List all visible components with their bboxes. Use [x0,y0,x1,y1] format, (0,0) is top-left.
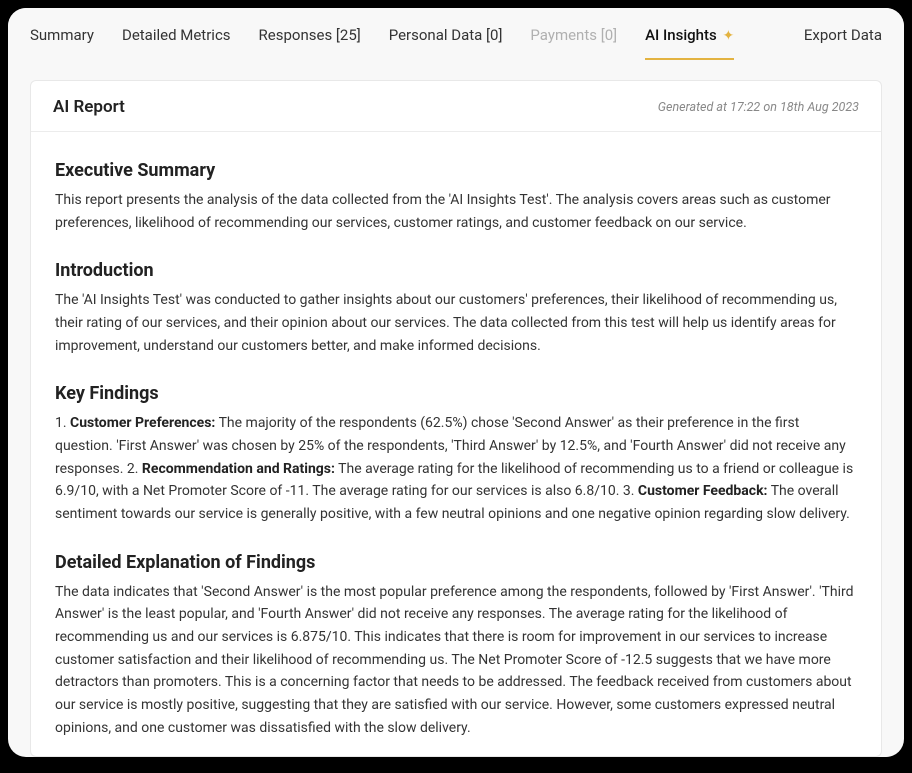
text-executive-summary: This report presents the analysis of the… [55,189,857,234]
tab-payments[interactable]: Payments [0] [530,26,617,60]
heading-introduction: Introduction [55,260,857,281]
kf-label-1: Customer Preferences: [70,415,215,431]
report-body[interactable]: Executive Summary This report presents t… [31,132,881,756]
tab-responses[interactable]: Responses [25] [259,26,361,60]
sparkle-icon: ✦ [722,28,734,44]
heading-executive-summary: Executive Summary [55,160,857,181]
tab-detailed-metrics[interactable]: Detailed Metrics [122,26,231,60]
kf-label-3: Customer Feedback: [638,483,768,499]
section-key-findings: Key Findings 1. Customer Preferences: Th… [55,383,857,525]
text-introduction: The 'AI Insights Test' was conducted to … [55,289,857,357]
tab-summary[interactable]: Summary [30,26,94,60]
kf-lead: 1. [55,415,70,431]
content-area: AI Report Generated at 17:22 on 18th Aug… [8,60,904,757]
report-generated-timestamp: Generated at 17:22 on 18th Aug 2023 [658,100,859,115]
app-window: Summary Detailed Metrics Responses [25] … [8,8,904,757]
kf-label-2: Recommendation and Ratings: [142,461,335,477]
heading-key-findings: Key Findings [55,383,857,404]
report-title: AI Report [53,97,125,117]
text-key-findings: 1. Customer Preferences: The majority of… [55,412,857,525]
tab-export-data[interactable]: Export Data [804,26,882,60]
section-introduction: Introduction The 'AI Insights Test' was … [55,260,857,357]
tab-ai-insights-label: AI Insights [645,26,717,44]
section-executive-summary: Executive Summary This report presents t… [55,160,857,234]
tab-bar: Summary Detailed Metrics Responses [25] … [8,8,904,60]
tab-ai-insights[interactable]: AI Insights ✦ [645,26,734,60]
section-detailed-explanation: Detailed Explanation of Findings The dat… [55,552,857,740]
report-card: AI Report Generated at 17:22 on 18th Aug… [30,80,882,757]
heading-detailed-explanation: Detailed Explanation of Findings [55,552,857,573]
report-card-header: AI Report Generated at 17:22 on 18th Aug… [31,81,881,132]
text-detailed-explanation: The data indicates that 'Second Answer' … [55,581,857,740]
tab-personal-data[interactable]: Personal Data [0] [389,26,503,60]
